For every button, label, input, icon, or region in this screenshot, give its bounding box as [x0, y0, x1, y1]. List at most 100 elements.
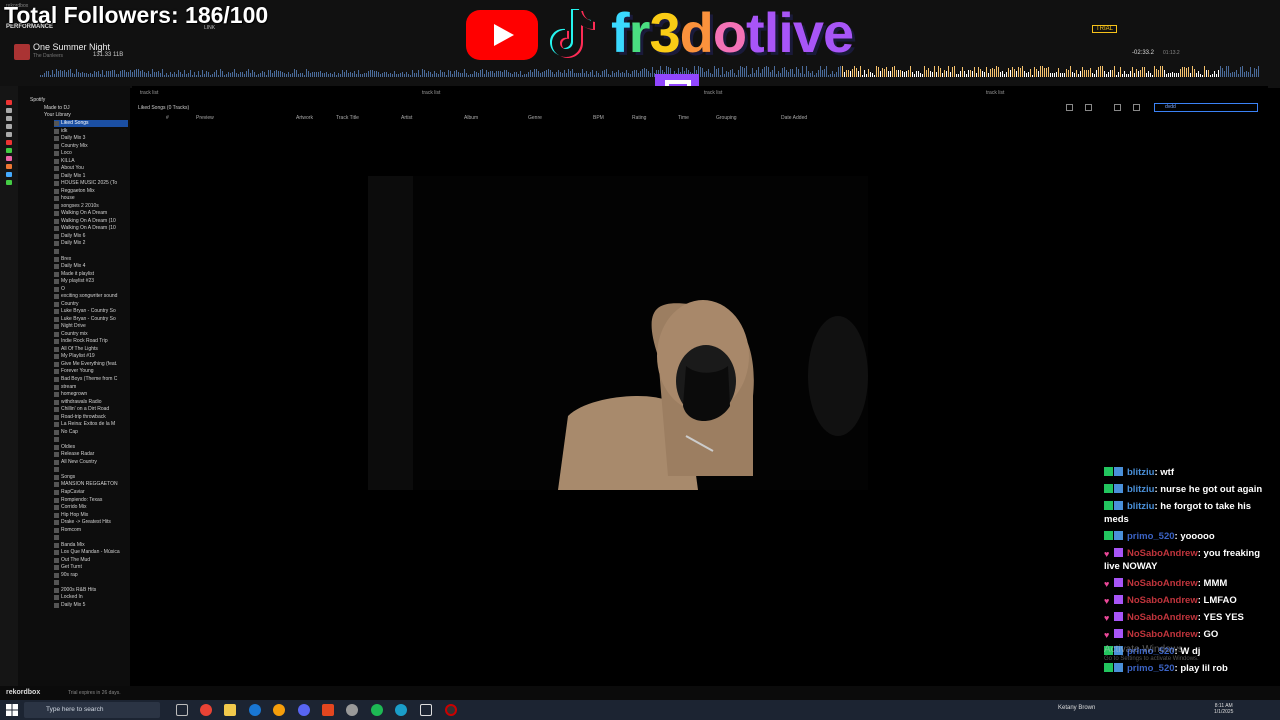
browser-icon[interactable] — [395, 704, 407, 716]
device-icon[interactable] — [6, 180, 12, 185]
playlist-item[interactable]: Romcom — [54, 527, 128, 534]
playlist-item[interactable]: Release Radar — [54, 451, 128, 458]
spotify-taskbar-icon[interactable] — [371, 704, 383, 716]
view-toggle-icon[interactable] — [1066, 104, 1073, 111]
col-preview[interactable]: Preview — [196, 115, 214, 121]
playlist-item[interactable]: About You — [54, 165, 128, 172]
playlist-item[interactable]: Walking On A Dream — [54, 210, 128, 217]
playlist-item[interactable]: RapCaviar — [54, 489, 128, 496]
tree-root-spotify[interactable]: Spotify — [30, 97, 45, 103]
tab-track-list-3[interactable]: track list — [704, 90, 722, 96]
playlist-item[interactable] — [54, 248, 128, 255]
tidal-icon[interactable] — [6, 172, 12, 177]
playlist-item[interactable]: Locked In — [54, 594, 128, 601]
col-artist[interactable]: Artist — [401, 115, 412, 121]
soundcloud-icon[interactable] — [6, 156, 12, 161]
explorer-icon[interactable] — [6, 124, 12, 129]
playlist-item[interactable]: Songs — [54, 474, 128, 481]
playlist-item[interactable]: Corrido Mix — [54, 504, 128, 511]
playlist-item[interactable]: Get Turnt — [54, 564, 128, 571]
sync-icon[interactable] — [6, 140, 12, 145]
tag-icon[interactable] — [6, 132, 12, 137]
playlist-item[interactable]: No Cap — [54, 429, 128, 436]
playlist-item[interactable]: idk — [54, 128, 128, 135]
task-view-icon[interactable] — [176, 704, 188, 716]
col-artwork[interactable]: Artwork — [296, 115, 313, 121]
col-bpm[interactable]: BPM — [593, 115, 604, 121]
settings-icon[interactable] — [346, 704, 358, 716]
playlist-item[interactable]: Country — [54, 301, 128, 308]
col-grouping[interactable]: Grouping — [716, 115, 737, 121]
playlist-item[interactable]: All New Country — [54, 459, 128, 466]
col-number[interactable]: # — [166, 115, 169, 121]
playlist-item[interactable]: Brex — [54, 256, 128, 263]
playlist-item[interactable] — [54, 436, 128, 443]
chat-username[interactable]: NoSaboAndrew — [1127, 578, 1198, 589]
playlist-item[interactable]: Reggaeton Mix — [54, 188, 128, 195]
col-genre[interactable]: Genre — [528, 115, 542, 121]
beatport-icon[interactable] — [6, 164, 12, 169]
playlist-item[interactable]: homegrown — [54, 391, 128, 398]
playlist-item[interactable]: Forever Young — [54, 368, 128, 375]
search-input[interactable]: dvdd — [1154, 103, 1258, 112]
playlist-item[interactable]: My playlist #23 — [54, 278, 128, 285]
chat-username[interactable]: NoSaboAndrew — [1127, 612, 1198, 623]
chat-username[interactable]: NoSaboAndrew — [1127, 548, 1198, 559]
playlist-item[interactable]: La Reina: Éxitos de la M — [54, 421, 128, 428]
playlist-item[interactable]: My Playlist #19 — [54, 353, 128, 360]
playlist-item[interactable]: Banda Mix — [54, 542, 128, 549]
playlist-item[interactable]: Los Que Mandan - Música — [54, 549, 128, 556]
tree-your-library[interactable]: Your Library — [44, 112, 71, 118]
playlist-item[interactable]: Daily Mix 4 — [54, 263, 128, 270]
playlist-item[interactable]: house — [54, 195, 128, 202]
playlist-item[interactable]: songses 2 2010s — [54, 203, 128, 210]
playlist-item[interactable]: HOUSE MUSIC 2025 (To — [54, 180, 128, 187]
playlist-item[interactable]: stream — [54, 384, 128, 391]
tab-track-list-1[interactable]: track list — [140, 90, 158, 96]
split-view-icon[interactable] — [1114, 104, 1121, 111]
trial-badge[interactable]: TRIAL — [1092, 25, 1118, 33]
playlist-item[interactable]: Walking On A Dream (10 — [54, 218, 128, 225]
chat-username[interactable]: primo_520 — [1127, 663, 1175, 674]
playlist-item[interactable]: Liked Songs — [54, 120, 128, 127]
chat-username[interactable]: blitziu — [1127, 501, 1154, 512]
firefox-icon[interactable] — [273, 704, 285, 716]
spotify-icon[interactable] — [6, 148, 12, 153]
playlist-item[interactable]: Daily Mix 6 — [54, 233, 128, 240]
playlist-item[interactable]: Bad Boys (Theme from C — [54, 376, 128, 383]
col-track-title[interactable]: Track Title — [336, 115, 359, 121]
file-explorer-icon[interactable] — [224, 704, 236, 716]
rekordbox-taskbar-icon[interactable] — [322, 704, 334, 716]
playlist-item[interactable]: Oldies — [54, 444, 128, 451]
tree-made-for[interactable]: Made to DJ — [44, 105, 70, 111]
col-time[interactable]: Time — [678, 115, 689, 121]
taskbar-user-name[interactable]: Ketany Brown — [1058, 705, 1095, 711]
taskbar-search-input[interactable]: Type here to search — [24, 702, 160, 718]
col-date-added[interactable]: Date Added — [781, 115, 807, 121]
playlist-item[interactable]: 90s rap — [54, 572, 128, 579]
playlist-item[interactable]: Road-trip throwback — [54, 414, 128, 421]
chat-username[interactable]: NoSaboAndrew — [1127, 595, 1198, 606]
playlist-item[interactable]: Night Drive — [54, 323, 128, 330]
grid-view-icon[interactable] — [1133, 104, 1140, 111]
taskbar-clock[interactable]: 8:11 AM 1/1/2025 — [1214, 703, 1233, 715]
playlist-item[interactable]: exciting songwriter sound — [54, 293, 128, 300]
playlist-item[interactable]: All Of The Lights — [54, 346, 128, 353]
edge-icon[interactable] — [249, 704, 261, 716]
playlist-item[interactable]: Luke Bryan - Country So — [54, 308, 128, 315]
chat-username[interactable]: blitziu — [1127, 467, 1154, 478]
playlist-item[interactable]: Hip Hop Mix — [54, 512, 128, 519]
waveform-overview[interactable] — [40, 66, 1260, 80]
capcut-icon[interactable] — [420, 704, 432, 716]
windows-start-icon[interactable] — [6, 704, 18, 716]
playlist-item[interactable]: Drake -> Greatest Hits — [54, 519, 128, 526]
chat-username[interactable]: primo_520 — [1127, 531, 1175, 542]
playlist-item[interactable]: Daily Mix 5 — [54, 602, 128, 609]
playlist-item[interactable] — [54, 534, 128, 541]
playlist-item[interactable]: Country Mix — [54, 143, 128, 150]
playlist-item[interactable]: Out The Mud — [54, 557, 128, 564]
chat-username[interactable]: blitziu — [1127, 484, 1154, 495]
col-rating[interactable]: Rating — [632, 115, 646, 121]
tab-track-list-4[interactable]: track list — [986, 90, 1004, 96]
playlist-item[interactable]: Walking On A Dream (10 — [54, 225, 128, 232]
